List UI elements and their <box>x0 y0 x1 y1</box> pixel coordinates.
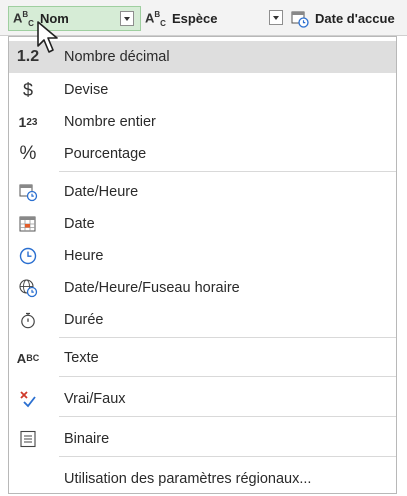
currency-icon: $ <box>22 79 33 100</box>
menu-item-label: Date <box>64 216 95 232</box>
column-dropdown-button[interactable] <box>269 10 283 25</box>
menu-item-label: Devise <box>64 82 109 98</box>
menu-item-label: Durée <box>64 312 104 328</box>
binary-icon <box>13 427 43 451</box>
menu-item-use-locale[interactable]: Utilisation des paramètres régionaux... <box>9 463 396 495</box>
stopwatch-icon <box>13 308 43 332</box>
menu-item-duration[interactable]: Durée <box>9 304 396 336</box>
menu-separator <box>59 171 396 172</box>
menu-separator <box>59 337 396 338</box>
menu-item-label: Binaire <box>64 431 110 447</box>
menu-item-decimal-number[interactable]: 1.2 Nombre décimal <box>9 41 396 73</box>
menu-item-percentage[interactable]: % Pourcentage <box>9 138 396 170</box>
menu-item-label: Heure <box>64 248 104 264</box>
globe-clock-icon <box>13 276 43 300</box>
column-title: Espèce <box>171 11 218 26</box>
menu-item-whole-number[interactable]: 123 Nombre entier <box>9 106 396 138</box>
date-type-icon[interactable] <box>291 10 309 28</box>
whole-number-icon: 123 <box>18 114 38 130</box>
menu-item-true-false[interactable]: Vrai/Faux <box>9 383 396 415</box>
column-title: Date d'accue <box>315 11 395 26</box>
data-type-menu: 1.2 Nombre décimal $ Devise 123 Nombre e… <box>8 36 397 494</box>
menu-item-label: Date/Heure <box>64 184 139 200</box>
menu-item-datetime-timezone[interactable]: Date/Heure/Fuseau horaire <box>9 272 396 304</box>
column-header-date[interactable]: Date d'accue <box>289 6 407 31</box>
menu-separator <box>59 456 396 457</box>
menu-item-currency[interactable]: $ Devise <box>9 74 396 106</box>
menu-item-date[interactable]: Date <box>9 208 396 240</box>
calendar-icon <box>13 212 43 236</box>
menu-item-label: Nombre entier <box>64 114 156 130</box>
menu-item-label: Date/Heure/Fuseau horaire <box>64 280 240 296</box>
text-type-icon: ABC <box>16 350 40 366</box>
menu-item-label: Vrai/Faux <box>64 391 126 407</box>
menu-separator <box>59 376 396 377</box>
menu-item-time[interactable]: Heure <box>9 240 396 272</box>
mouse-pointer-icon <box>37 21 58 53</box>
menu-item-datetime[interactable]: Date/Heure <box>9 176 396 208</box>
menu-item-text[interactable]: ABC Texte <box>9 342 396 374</box>
menu-item-binary[interactable]: Binaire <box>9 423 396 455</box>
menu-item-label: Nombre décimal <box>64 49 170 65</box>
datetime-icon <box>13 180 43 204</box>
text-type-icon[interactable]: ABC <box>13 10 34 28</box>
text-type-icon[interactable]: ABC <box>145 10 166 28</box>
true-false-icon <box>13 387 43 411</box>
column-header-espece[interactable]: ABC Espèce <box>141 6 289 31</box>
menu-item-label: Utilisation des paramètres régionaux... <box>64 471 312 487</box>
percentage-icon: % <box>19 143 37 164</box>
menu-item-label: Texte <box>64 350 99 366</box>
column-dropdown-button[interactable] <box>120 11 134 26</box>
menu-separator <box>59 416 396 417</box>
menu-item-label: Pourcentage <box>64 146 147 162</box>
clock-icon <box>13 244 43 268</box>
column-header-nom[interactable]: ABC Nom <box>8 6 141 31</box>
